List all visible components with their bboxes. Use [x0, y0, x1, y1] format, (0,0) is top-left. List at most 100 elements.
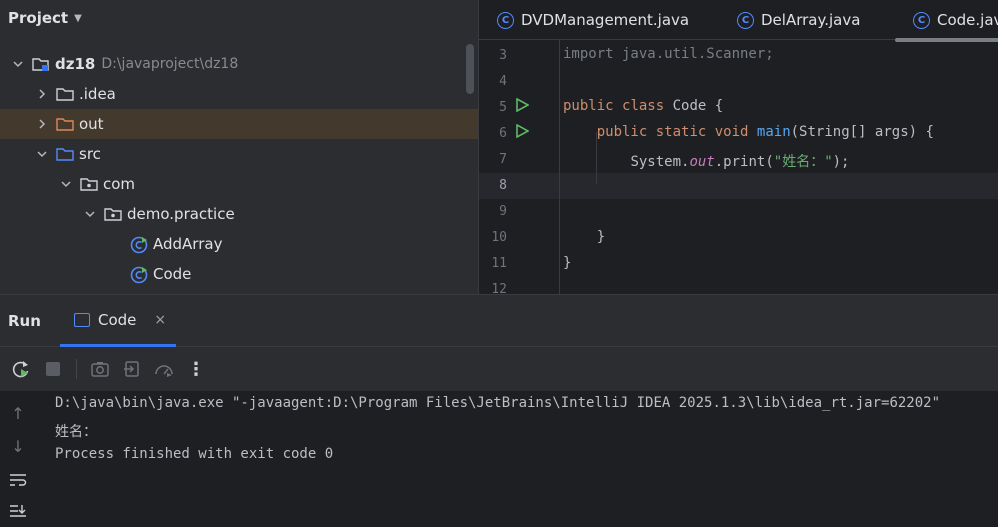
code-token: out	[689, 154, 715, 170]
line-number: 5	[499, 100, 507, 115]
line-number: 7	[499, 152, 507, 167]
java-class-icon	[130, 266, 148, 284]
console-side-toolbar: ↑ ↓	[0, 391, 36, 527]
console-line: D:\java\bin\java.exe "-javaagent:D:\Prog…	[55, 395, 941, 411]
tree-item-out[interactable]: out	[0, 109, 478, 139]
exit-icon[interactable]	[119, 356, 145, 382]
run-header: Run Code ×	[0, 295, 998, 347]
tree-item-src[interactable]: src	[0, 139, 478, 169]
tree-item-label: demo.practice	[127, 205, 235, 223]
java-class-icon	[130, 236, 148, 254]
tree-item-label: src	[79, 145, 101, 163]
project-scrollbar[interactable]	[466, 44, 474, 94]
chevron-down-icon[interactable]	[10, 56, 26, 72]
tree-item-idea[interactable]: .idea	[0, 79, 478, 109]
run-gutter-icon[interactable]	[515, 98, 529, 112]
arrow-up-icon[interactable]: ↑	[8, 403, 28, 423]
toolbar-divider	[76, 359, 77, 379]
tree-item-label: .idea	[79, 85, 116, 103]
rerun-icon[interactable]	[8, 356, 34, 382]
code-line-5: public class Code {	[563, 98, 723, 114]
tree-item-code[interactable]: Code	[0, 259, 478, 289]
tree-item-demo-practice[interactable]: demo.practice	[0, 199, 478, 229]
tab-code[interactable]: C Code.jav	[913, 0, 998, 40]
code-token: class	[622, 98, 665, 114]
class-icon: C	[497, 11, 514, 29]
soft-wrap-icon[interactable]	[8, 470, 28, 490]
chevron-right-icon[interactable]	[34, 86, 50, 102]
camera-icon[interactable]	[87, 356, 113, 382]
more-options-icon[interactable]: ⋮	[183, 356, 209, 382]
run-gutter-icon[interactable]	[515, 124, 529, 138]
code-token: (String[] args) {	[790, 124, 934, 140]
code-token: );	[832, 154, 850, 170]
code-token: main	[756, 124, 791, 140]
line-gutter: 3 4 5 6 7 8 9 10 11 12	[479, 40, 559, 294]
chevron-down-icon[interactable]: ▼	[74, 13, 82, 24]
tree-item-label: AddArray	[153, 235, 223, 253]
tree-item-com[interactable]: com	[0, 169, 478, 199]
console-output[interactable]: D:\java\bin\java.exe "-javaagent:D:\Prog…	[55, 391, 998, 527]
folder-icon	[56, 86, 74, 102]
line-number: 9	[499, 204, 507, 219]
source-folder-icon	[56, 146, 74, 162]
line-number: 4	[499, 74, 507, 89]
tab-label: Code.jav	[937, 11, 998, 29]
code-token: "姓名："	[773, 154, 833, 170]
tree-item-dz18[interactable]: dz18 D:\javaproject\dz18	[0, 49, 478, 79]
class-icon: C	[737, 11, 754, 29]
chevron-down-icon[interactable]	[58, 176, 74, 192]
tab-run-code[interactable]: Code ×	[60, 295, 176, 347]
tree-item-label: out	[79, 115, 104, 133]
code-token: }	[596, 229, 606, 245]
console-line: Process finished with exit code 0	[55, 446, 334, 462]
package-icon	[80, 176, 98, 192]
tree-item-label: dz18	[55, 55, 96, 73]
editor-tab-bar: C DVDManagement.java C DelArray.java C C…	[479, 0, 998, 42]
chevron-right-icon[interactable]	[34, 116, 50, 132]
code-token: void	[714, 124, 749, 140]
code-token: static	[655, 124, 707, 140]
console-line: 姓名：	[55, 424, 97, 440]
excluded-folder-icon	[56, 116, 74, 132]
tree-item-addarray[interactable]: AddArray	[0, 229, 478, 259]
stop-icon[interactable]	[40, 356, 66, 382]
code-line-11: }	[563, 255, 572, 271]
chevron-down-icon[interactable]	[34, 146, 50, 162]
tree-item-path: D:\javaproject\dz18	[101, 56, 239, 72]
chevron-down-icon[interactable]	[82, 206, 98, 222]
line-number: 11	[491, 256, 507, 271]
line-number: 10	[491, 230, 507, 245]
editor-area: C DVDManagement.java C DelArray.java C C…	[478, 0, 998, 294]
close-icon[interactable]: ×	[154, 312, 166, 328]
line-number: 6	[499, 126, 507, 141]
run-toolbar: ⋮	[0, 347, 998, 391]
line-number: 3	[499, 48, 507, 63]
run-tool-window: Run Code × ⋮ ↑ ↓ D:\java\bin\java.exe "-…	[0, 294, 998, 527]
gutter-divider	[559, 40, 560, 294]
tab-label: DelArray.java	[761, 11, 861, 29]
module-folder-icon	[32, 56, 50, 72]
code-line-3: import java.util.Scanner;	[563, 46, 774, 62]
profiler-icon[interactable]	[151, 356, 177, 382]
tree-item-label: Code	[153, 265, 192, 283]
code-line-10: }	[563, 229, 605, 245]
tab-label: Code	[98, 310, 137, 329]
code-line-6: public static void main(String[] args) {	[563, 124, 934, 140]
arrow-down-icon[interactable]: ↓	[8, 436, 28, 456]
tab-dvdmanagement[interactable]: C DVDManagement.java	[497, 0, 689, 40]
project-header[interactable]: Project ▼	[8, 9, 82, 27]
code-token: Code {	[672, 98, 724, 114]
code-token: public	[596, 124, 648, 140]
package-icon	[104, 206, 122, 222]
project-title: Project	[8, 9, 69, 27]
class-icon: C	[913, 11, 930, 29]
code-token: System.	[630, 154, 690, 170]
project-tool-window: Project ▼ dz18 D:\javaproject\dz18 .idea…	[0, 0, 478, 294]
tab-label: DVDManagement.java	[521, 11, 690, 29]
tree-item-label: com	[103, 175, 136, 193]
scroll-to-end-icon[interactable]	[8, 502, 28, 522]
line-number: 12	[491, 282, 507, 294]
code-editor[interactable]: import java.util.Scanner; public class C…	[563, 40, 998, 294]
tab-delarray[interactable]: C DelArray.java	[737, 0, 860, 40]
